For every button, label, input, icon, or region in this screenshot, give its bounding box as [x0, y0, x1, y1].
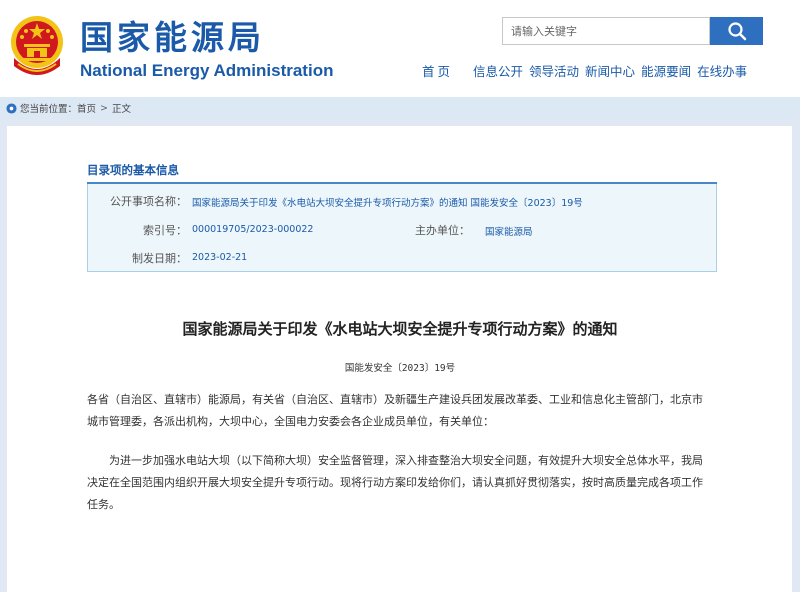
location-icon	[6, 102, 17, 114]
search-input[interactable]	[502, 17, 710, 45]
issue-date-label: 制发日期：	[132, 252, 187, 265]
breadcrumb: 您当前位置： 首页 > 正文	[6, 101, 131, 115]
subject-label: 公开事项名称：	[110, 195, 187, 208]
organizer-value: 国家能源局	[485, 227, 533, 238]
article-title: 国家能源局关于印发《水电站大坝安全提升专项行动方案》的通知	[182, 320, 618, 338]
document-number: 国能发安全〔2023〕19号	[344, 363, 456, 374]
nav-home[interactable]: 首页	[422, 61, 453, 80]
search-icon	[727, 22, 746, 41]
index-label: 索引号：	[143, 224, 187, 237]
nav-leader-activities[interactable]: 领导活动	[529, 61, 579, 80]
national-emblem-icon[interactable]	[8, 14, 66, 76]
paragraph-line: 城市管理委，各派出机构，大坝中心，全国电力安委会各企业成员单位，有关单位：	[87, 415, 494, 428]
breadcrumb-separator: >	[100, 102, 108, 114]
paragraph-line: 各省（自治区、直辖市）能源局，有关省（自治区、直辖市）及新疆生产建设兵团发展改革…	[87, 393, 703, 406]
index-value: 000019705/2023-000022	[192, 224, 314, 235]
brand-name-chinese[interactable]: 国家能源局	[80, 18, 265, 58]
issue-date-value: 2023-02-21	[192, 252, 248, 263]
organizer-label: 主办单位：	[415, 224, 470, 237]
nav-info-disclosure[interactable]: 信息公开	[473, 61, 523, 80]
paragraph-line: 决定在全国范围内组织开展大坝安全提升专项行动。现将行动方案印发给你们，请认真抓好…	[87, 476, 703, 489]
subject-value: 国家能源局关于印发《水电站大坝安全提升专项行动方案》的通知 国能发安全〔2023…	[192, 198, 583, 209]
site-header: 国家能源局 National Energy Administration 首页 …	[0, 0, 800, 97]
search-button[interactable]	[710, 17, 763, 45]
info-section-title: 目录项的基本信息	[87, 163, 179, 177]
paragraph-line: 为进一步加强水电站大坝（以下简称大坝）安全监督管理，深入排查整治大坝安全问题，有…	[109, 454, 703, 467]
brand-name-english[interactable]: National Energy Administration	[80, 61, 333, 81]
article-paragraph-body: 为进一步加强水电站大坝（以下简称大坝）安全监督管理，深入排查整治大坝安全问题，有…	[87, 450, 717, 516]
breadcrumb-label: 您当前位置：	[20, 104, 78, 115]
breadcrumb-current: 正文	[112, 104, 132, 115]
main-navigation: 首页 信息公开 领导活动 新闻中心 能源要闻 在线办事	[422, 61, 747, 79]
breadcrumb-home-link[interactable]: 首页	[77, 101, 96, 115]
nav-news-center[interactable]: 新闻中心	[585, 61, 635, 80]
nav-energy-news[interactable]: 能源要闻	[641, 61, 691, 80]
article-paragraph-addressees: 各省（自治区、直辖市）能源局，有关省（自治区、直辖市）及新疆生产建设兵团发展改革…	[87, 389, 717, 433]
paragraph-line: 任务。	[87, 498, 120, 511]
nav-online-services[interactable]: 在线办事	[697, 61, 747, 80]
